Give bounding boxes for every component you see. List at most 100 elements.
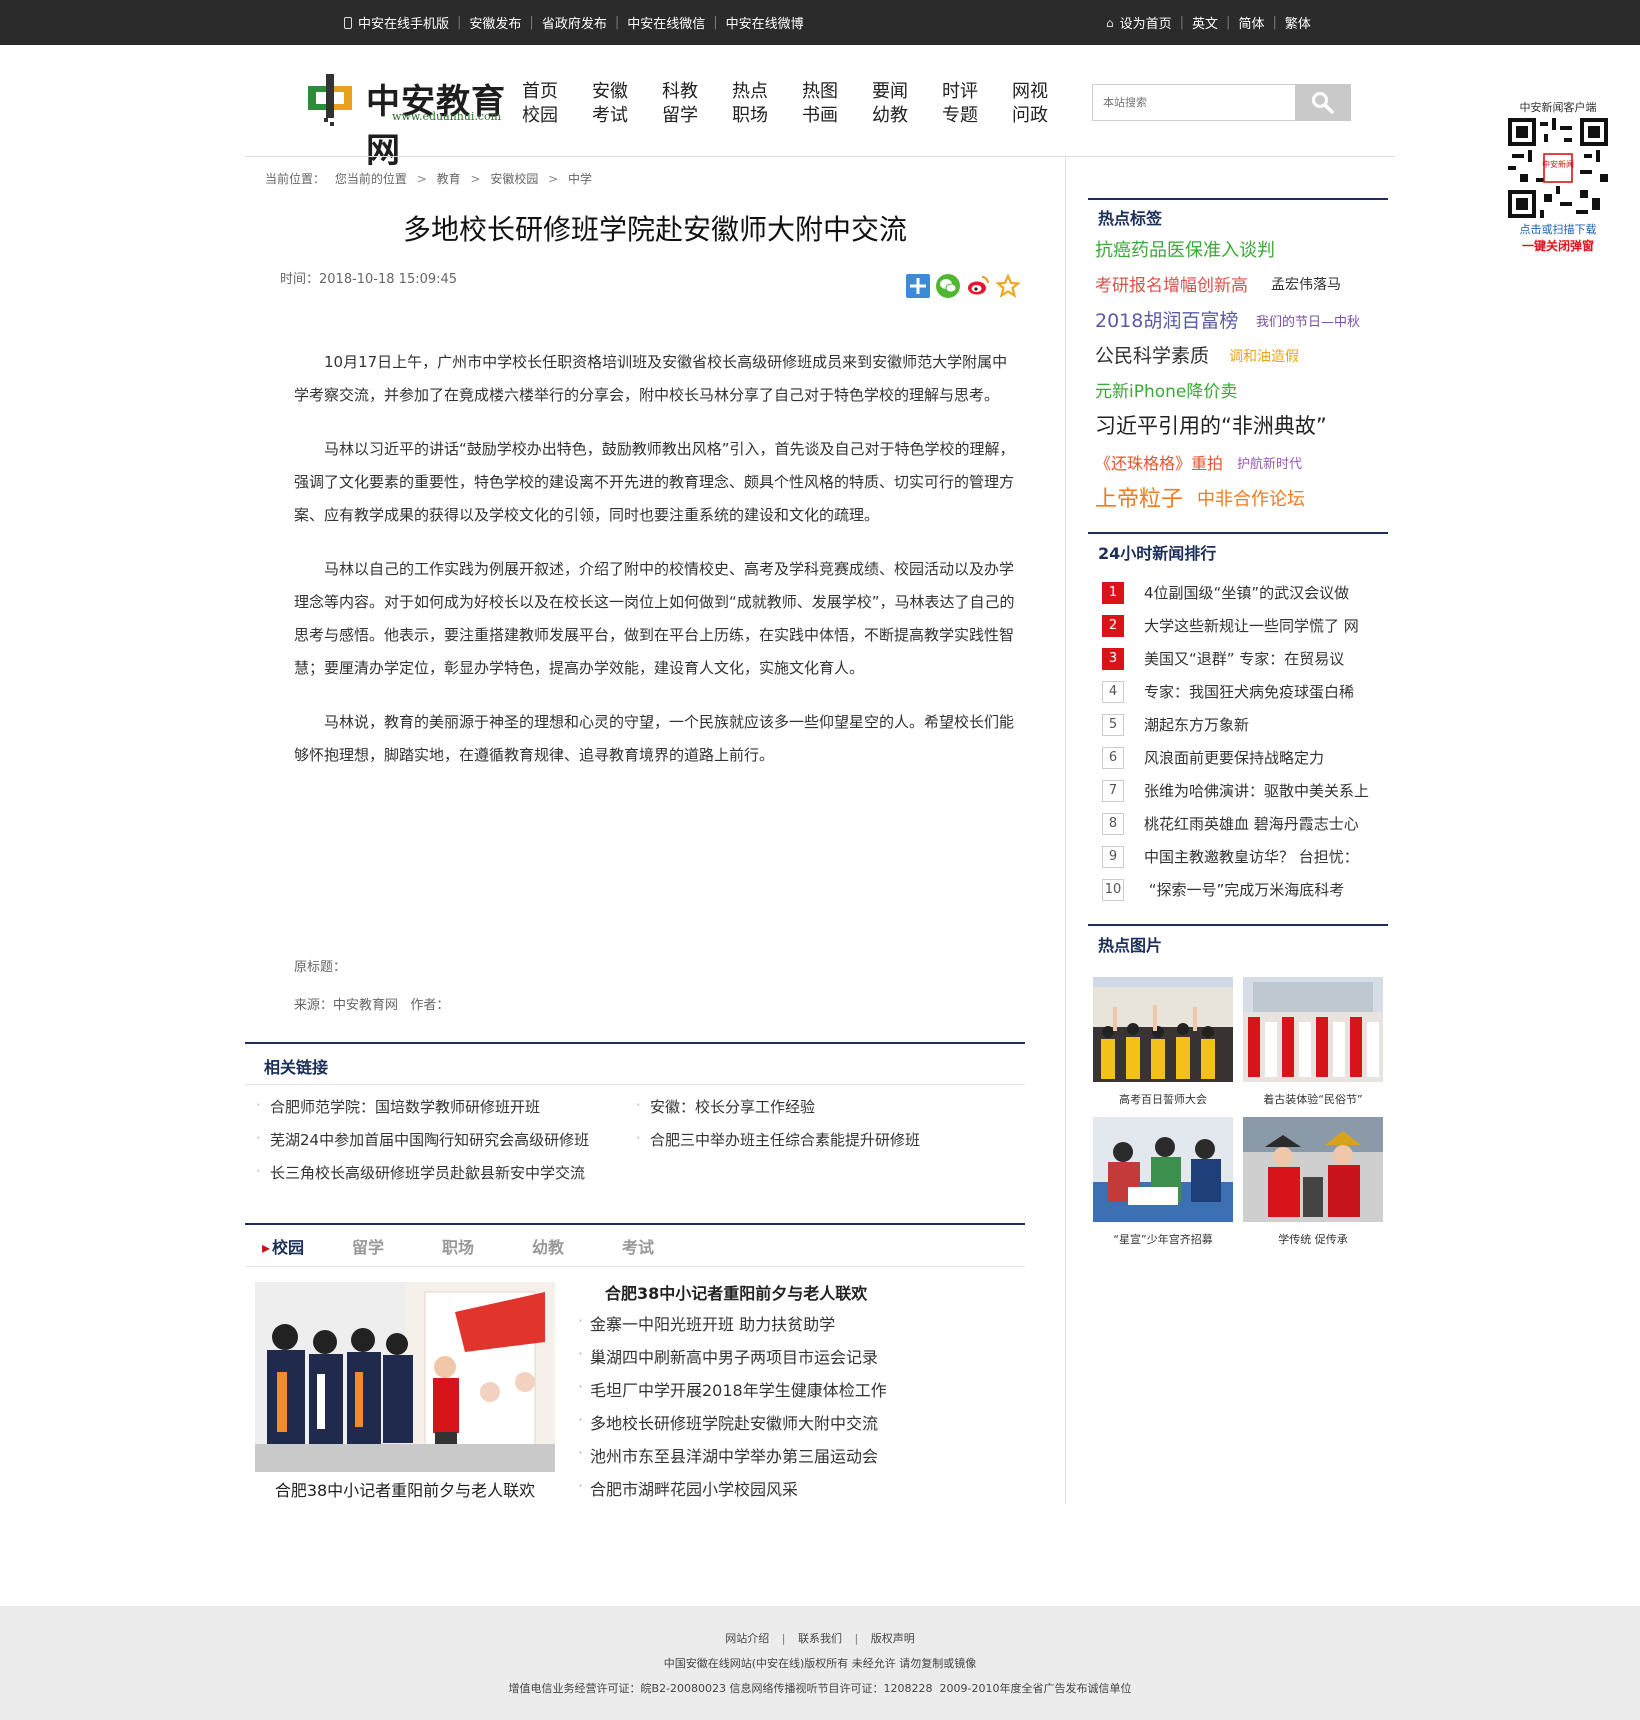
hot-tag[interactable]: 2018胡润百富榜 [1095,306,1238,333]
tab-campus[interactable]: 校园 [262,1234,352,1258]
related-link[interactable]: 长三角校长高级研修班学员赴歙县新安中学交流 [256,1162,585,1183]
rank-item[interactable]: 5 潮起东方万象新 [1102,714,1392,736]
hot-pic[interactable] [1093,977,1233,1082]
rank-number: 3 [1102,648,1124,670]
hot-pic[interactable] [1243,1117,1383,1222]
top-link-weibo[interactable]: 中安在线微博 [726,13,804,32]
nav-item-anhui[interactable]: 安徽 [592,80,662,104]
nav-item-news[interactable]: 要闻 [872,80,942,104]
rank-title: 桃花红雨英雄血 碧海丹霞志士心 [1144,815,1359,833]
top-link-anhui-release[interactable]: 安徽发布 [469,13,521,32]
english-link[interactable]: 英文 [1192,13,1218,32]
rank-item[interactable]: 2 大学这些新规让一些同学慌了 网 [1102,615,1392,637]
rank-item[interactable]: 9 中国主教邀教皇访华？ 台担忧： [1102,846,1392,868]
rank-item[interactable]: 8 桃花红雨英雄血 碧海丹霞志士心 [1102,813,1392,835]
logo-url: www.eduanhui.com [392,110,502,123]
hot-pic-caption[interactable]: “星宣”少年宫齐招募 [1093,1231,1233,1247]
rank-item[interactable]: 3 美国又“退群” 专家：在贸易议 [1102,648,1392,670]
simplified-link[interactable]: 简体 [1238,13,1264,32]
list-item[interactable]: 金寨一中阳光班开班 助力扶贫助学 [578,1311,835,1335]
search-input[interactable] [1092,84,1295,121]
nav-item-hot[interactable]: 热点 [732,80,802,104]
hot-tag[interactable]: 我们的节日—中秋 [1256,311,1360,330]
favorite-button[interactable] [995,273,1021,298]
list-item[interactable]: 合肥市湖畔花园小学校园风采 [578,1476,798,1500]
hot-tag[interactable]: 考研报名增幅创新高 [1095,271,1248,296]
breadcrumb-item[interactable]: 安徽校园 [490,172,538,186]
related-link[interactable]: 芜湖24中参加首届中国陶行知研究会高级研修班 [256,1129,589,1150]
hot-tag[interactable]: 护航新时代 [1237,453,1302,472]
nav-item-exam[interactable]: 考试 [592,104,662,128]
breadcrumb-item[interactable]: 您当前的位置 [335,172,407,186]
share-weibo-button[interactable] [966,274,990,298]
share-more-button[interactable] [906,274,930,298]
related-link[interactable]: 合肥师范学院：国培数学教师研修班开班 [256,1096,540,1117]
top-link-wechat[interactable]: 中安在线微信 [627,13,705,32]
hot-tag[interactable]: 中非合作论坛 [1197,485,1305,511]
hot-tag[interactable]: 上帝粒子 [1095,481,1183,513]
rank-item[interactable]: 10 “探索一号”完成万米海底科考 [1102,879,1392,901]
logo-name: 中安教育网 [366,82,506,171]
rank-item[interactable]: 4 专家：我国狂犬病免疫球蛋白稀 [1102,681,1392,703]
tab-headline[interactable]: 合肥38中小记者重阳前夕与老人联欢 [605,1280,867,1304]
rank-number: 1 [1102,582,1124,604]
breadcrumb-item[interactable]: 教育 [437,172,461,186]
nav-item-commentary[interactable]: 时评 [942,80,1012,104]
search-button[interactable] [1295,84,1351,121]
hot-pic-caption[interactable]: 学传统 促传承 [1243,1231,1383,1247]
hot-tag[interactable]: 公民科学素质 [1095,341,1209,368]
tab-preschool[interactable]: 幼教 [532,1234,622,1258]
nav-item-study-abroad[interactable]: 留学 [662,104,732,128]
copyright-link[interactable]: 版权声明 [871,1632,915,1645]
nav-item-special[interactable]: 专题 [942,104,1012,128]
tab-exam[interactable]: 考试 [622,1234,712,1258]
rank-number: 4 [1102,681,1124,703]
tab-study-abroad[interactable]: 留学 [352,1234,442,1258]
nav-item-preschool[interactable]: 幼教 [872,104,942,128]
footer: 网站介绍 | 联系我们 | 版权声明 中国安徽在线网站(中安在线)版权所有 未经… [0,1606,1640,1720]
about-link[interactable]: 网站介绍 [725,1632,769,1645]
nav-item-hot-pics[interactable]: 热图 [802,80,872,104]
hot-tag[interactable]: 元新iPhone降价卖 [1095,377,1237,402]
hot-tag[interactable]: 调和油造假 [1229,346,1299,366]
breadcrumb-item[interactable]: 中学 [568,172,592,186]
nav-item-video[interactable]: 网视 [1012,80,1082,104]
related-link[interactable]: 合肥三中举办班主任综合素能提升研修班 [636,1129,920,1150]
hot-tag[interactable]: 抗癌药品医保准入谈判 [1095,236,1275,262]
set-homepage-link[interactable]: 设为首页 [1120,13,1172,32]
hot-tag[interactable]: 习近平引用的“非洲典故” [1095,410,1327,440]
list-item[interactable]: 池州市东至县洋湖中学举办第三届运动会 [578,1443,878,1467]
nav-item-campus[interactable]: 校园 [522,104,592,128]
site-logo[interactable]: 中安教育网 www.eduanhui.com [306,72,506,171]
rank-item[interactable]: 7 张维为哈佛演讲：驱散中美关系上 [1102,780,1392,802]
nav-item-career[interactable]: 职场 [732,104,802,128]
tab-career[interactable]: 职场 [442,1234,532,1258]
list-item[interactable]: 巢湖四中刷新高中男子两项目市运会记录 [578,1344,878,1368]
rank-item[interactable]: 1 4位副国级“坐镇”的武汉会议做 [1102,582,1392,604]
related-link[interactable]: 安徽：校长分享工作经验 [636,1096,815,1117]
featured-photo-caption[interactable]: 合肥38中小记者重阳前夕与老人联欢 [255,1477,555,1501]
top-link-mobile[interactable]: 中安在线手机版 [358,13,449,32]
traditional-link[interactable]: 繁体 [1285,13,1311,32]
rank-item[interactable]: 6 风浪面前更要保持战略定力 [1102,747,1392,769]
list-item[interactable]: 毛坦厂中学开展2018年学生健康体检工作 [578,1377,887,1401]
hot-tag[interactable]: 《还珠格格》重拍 [1095,450,1223,474]
nav-item-politics[interactable]: 问政 [1012,104,1082,128]
nav-item-calligraphy[interactable]: 书画 [802,104,872,128]
list-item[interactable]: 多地校长研修班学院赴安徽师大附中交流 [578,1410,878,1434]
contact-link[interactable]: 联系我们 [798,1632,842,1645]
close-popup-button[interactable]: 一键关闭弹窗 [1502,238,1614,254]
qr-code[interactable]: 中安新闻 [1508,118,1608,218]
divider: | [614,15,620,30]
nav-item-science[interactable]: 科教 [662,80,732,104]
qr-download-link[interactable]: 点击或扫描下载 [1502,222,1614,238]
hot-pic[interactable] [1243,977,1383,1082]
share-wechat-button[interactable] [936,274,960,298]
featured-photo[interactable] [255,1282,555,1472]
top-link-gov-release[interactable]: 省政府发布 [542,13,607,32]
nav-item-home[interactable]: 首页 [522,80,592,104]
hot-pic-caption[interactable]: 高考百日誓师大会 [1093,1091,1233,1107]
hot-pic[interactable] [1093,1117,1233,1222]
hot-pic-caption[interactable]: 着古装体验“民俗节” [1243,1091,1383,1107]
hot-tag[interactable]: 孟宏伟落马 [1271,274,1341,294]
